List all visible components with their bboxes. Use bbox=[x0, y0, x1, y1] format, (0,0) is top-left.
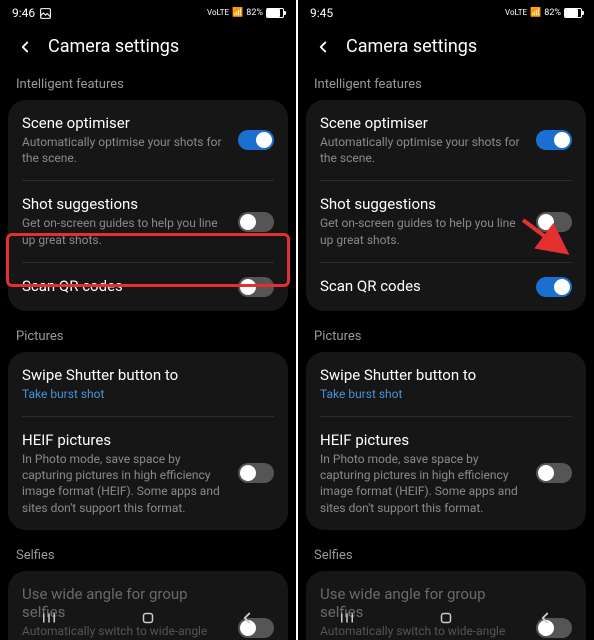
row-scan-qr[interactable]: Scan QR codes bbox=[22, 263, 274, 311]
signal-icon: 📶 bbox=[232, 8, 243, 18]
page-title: Camera settings bbox=[346, 36, 477, 57]
back-icon[interactable] bbox=[314, 38, 332, 56]
swipe-sub: Take burst shot bbox=[320, 386, 560, 402]
section-pictures: Pictures bbox=[0, 323, 296, 352]
heif-title: HEIF pictures bbox=[22, 431, 226, 449]
card-intelligent: Scene optimiser Automatically optimise y… bbox=[8, 100, 288, 311]
heif-title: HEIF pictures bbox=[320, 431, 524, 449]
scene-toggle[interactable] bbox=[536, 130, 572, 150]
row-scene-optimiser[interactable]: Scene optimiser Automatically optimise y… bbox=[320, 100, 572, 181]
scene-title: Scene optimiser bbox=[22, 114, 226, 132]
swipe-title: Swipe Shutter button to bbox=[22, 366, 262, 384]
swipe-sub: Take burst shot bbox=[22, 386, 262, 402]
scene-toggle[interactable] bbox=[238, 130, 274, 150]
nav-home[interactable] bbox=[139, 609, 157, 631]
nav-recents[interactable] bbox=[338, 609, 356, 631]
shot-toggle[interactable] bbox=[238, 212, 274, 232]
row-shot-suggestions[interactable]: Shot suggestions Get on-screen guides to… bbox=[320, 181, 572, 262]
heif-toggle[interactable] bbox=[238, 463, 274, 483]
nav-back[interactable] bbox=[238, 609, 256, 631]
swipe-title: Swipe Shutter button to bbox=[320, 366, 560, 384]
phone-left: 9:46 VoLTE 📶 82% Camera settings Intelli… bbox=[0, 0, 296, 640]
nav-bar bbox=[298, 600, 594, 640]
section-intelligent: Intelligent features bbox=[0, 71, 296, 100]
battery-pct: 82% bbox=[544, 8, 561, 18]
row-scene-optimiser[interactable]: Scene optimiser Automatically optimise y… bbox=[22, 100, 274, 181]
shot-sub: Get on-screen guides to help you line up… bbox=[22, 215, 226, 247]
status-time: 9:45 bbox=[310, 6, 333, 20]
nav-back[interactable] bbox=[536, 609, 554, 631]
scene-sub: Automatically optimise your shots for th… bbox=[22, 134, 226, 166]
phone-right: 9:45 VoLTE 📶 82% Camera settings Intelli… bbox=[298, 0, 594, 640]
status-time: 9:46 bbox=[12, 6, 35, 20]
section-selfies: Selfies bbox=[0, 542, 296, 571]
qr-title: Scan QR codes bbox=[320, 277, 524, 295]
picture-icon bbox=[39, 7, 52, 20]
qr-toggle[interactable] bbox=[238, 277, 274, 297]
page-header: Camera settings bbox=[0, 26, 296, 71]
section-intelligent: Intelligent features bbox=[298, 71, 594, 100]
scene-title: Scene optimiser bbox=[320, 114, 524, 132]
shot-toggle[interactable] bbox=[536, 212, 572, 232]
network-label: VoLTE bbox=[207, 9, 229, 17]
card-intelligent: Scene optimiser Automatically optimise y… bbox=[306, 100, 586, 311]
qr-title: Scan QR codes bbox=[22, 277, 226, 295]
nav-recents[interactable] bbox=[40, 609, 58, 631]
battery-pct: 82% bbox=[246, 8, 263, 18]
page-header: Camera settings bbox=[298, 26, 594, 71]
battery-icon bbox=[564, 8, 582, 18]
scene-sub: Automatically optimise your shots for th… bbox=[320, 134, 524, 166]
qr-toggle[interactable] bbox=[536, 277, 572, 297]
status-bar: 9:46 VoLTE 📶 82% bbox=[0, 0, 296, 26]
row-scan-qr[interactable]: Scan QR codes bbox=[320, 263, 572, 311]
status-bar: 9:45 VoLTE 📶 82% bbox=[298, 0, 594, 26]
signal-icon: 📶 bbox=[530, 8, 541, 18]
row-heif[interactable]: HEIF pictures In Photo mode, save space … bbox=[22, 417, 274, 530]
shot-title: Shot suggestions bbox=[22, 195, 226, 213]
nav-bar bbox=[0, 600, 296, 640]
heif-toggle[interactable] bbox=[536, 463, 572, 483]
shot-sub: Get on-screen guides to help you line up… bbox=[320, 215, 524, 247]
back-icon[interactable] bbox=[16, 38, 34, 56]
battery-icon bbox=[266, 8, 284, 18]
network-label: VoLTE bbox=[505, 9, 527, 17]
card-pictures: Swipe Shutter button to Take burst shot … bbox=[306, 352, 586, 530]
heif-sub: In Photo mode, save space by capturing p… bbox=[320, 451, 524, 516]
section-selfies: Selfies bbox=[298, 542, 594, 571]
row-swipe-shutter[interactable]: Swipe Shutter button to Take burst shot bbox=[320, 352, 572, 417]
shot-title: Shot suggestions bbox=[320, 195, 524, 213]
card-pictures: Swipe Shutter button to Take burst shot … bbox=[8, 352, 288, 530]
row-heif[interactable]: HEIF pictures In Photo mode, save space … bbox=[320, 417, 572, 530]
page-title: Camera settings bbox=[48, 36, 179, 57]
heif-sub: In Photo mode, save space by capturing p… bbox=[22, 451, 226, 516]
nav-home[interactable] bbox=[437, 609, 455, 631]
row-shot-suggestions[interactable]: Shot suggestions Get on-screen guides to… bbox=[22, 181, 274, 262]
section-pictures: Pictures bbox=[298, 323, 594, 352]
row-swipe-shutter[interactable]: Swipe Shutter button to Take burst shot bbox=[22, 352, 274, 417]
